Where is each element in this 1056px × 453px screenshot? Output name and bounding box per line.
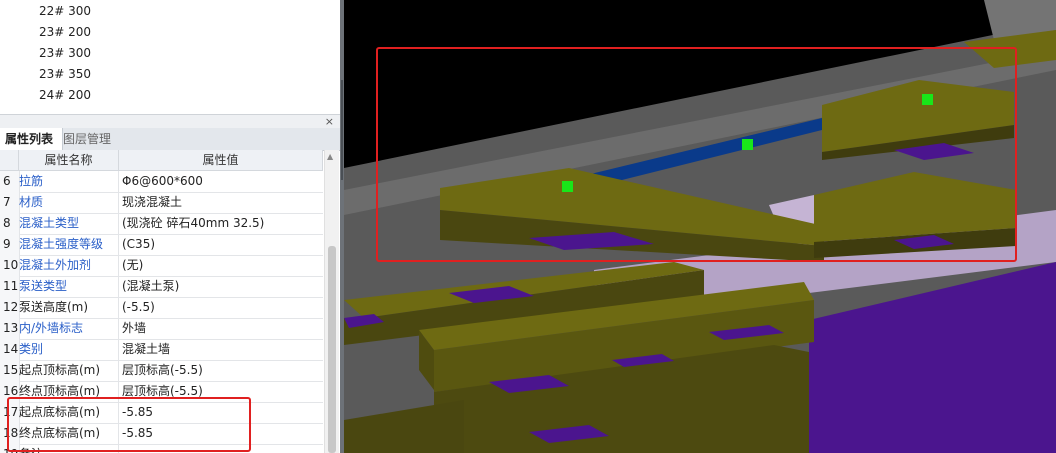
row-number: 7	[0, 192, 20, 213]
property-value-header: 属性值	[119, 150, 323, 171]
property-name: 泵送类型	[19, 276, 119, 297]
property-row[interactable]: 11 泵送类型 (混凝土泵)	[0, 276, 323, 298]
panel-tabs: 属性列表 图层管理	[0, 128, 340, 151]
tree-item[interactable]: 22# 300	[39, 1, 91, 21]
property-name: 材质	[19, 192, 119, 213]
row-number-header	[0, 150, 19, 171]
row-number: 9	[0, 234, 20, 255]
property-name: 混凝土外加剂	[19, 255, 119, 276]
property-name: 起点顶标高(m)	[19, 360, 119, 381]
property-row[interactable]: 14 类别 混凝土墙	[0, 339, 323, 361]
splitter-grip[interactable]	[341, 80, 343, 180]
property-name: 泵送高度(m)	[19, 297, 119, 318]
scrollbar-thumb[interactable]	[328, 246, 336, 453]
row-number: 6	[0, 171, 20, 192]
row-number: 8	[0, 213, 20, 234]
property-row[interactable]: 6 拉筋 Φ6@600*600	[0, 171, 323, 193]
tree-item[interactable]: 24# 200	[39, 85, 91, 105]
tree-item[interactable]: 23# 200	[39, 22, 91, 42]
property-value[interactable]: 混凝土墙	[122, 339, 322, 360]
property-value[interactable]: (混凝土泵)	[122, 276, 322, 297]
highlight-box-elevation	[7, 397, 251, 452]
component-tree: 22# 300 23# 200 23# 300 23# 350 24# 200	[0, 0, 340, 112]
row-number: 14	[0, 339, 20, 360]
property-name: 拉筋	[19, 171, 119, 192]
property-name: 类别	[19, 339, 119, 360]
property-value[interactable]: 现浇混凝土	[122, 192, 322, 213]
row-number: 10	[0, 255, 20, 276]
property-name: 内/外墙标志	[19, 318, 119, 339]
tab-property-list[interactable]: 属性列表	[0, 128, 63, 150]
scroll-up-arrow-icon[interactable]: ▲	[327, 152, 333, 161]
property-value[interactable]: (C35)	[122, 234, 322, 255]
close-icon[interactable]: ×	[325, 115, 334, 129]
property-row[interactable]: 9 混凝土强度等级 (C35)	[0, 234, 323, 256]
property-value[interactable]: (现浇砼 碎石40mm 32.5)	[122, 213, 322, 234]
row-number: 11	[0, 276, 20, 297]
row-number: 12	[0, 297, 20, 318]
property-row[interactable]: 12 泵送高度(m) (-5.5)	[0, 297, 323, 319]
grip-point[interactable]	[562, 181, 573, 192]
property-value[interactable]: (无)	[122, 255, 322, 276]
panel-title-bar: ×	[0, 114, 340, 129]
grip-point[interactable]	[922, 94, 933, 105]
grip-point[interactable]	[742, 139, 753, 150]
property-name: 混凝土类型	[19, 213, 119, 234]
property-row[interactable]: 7 材质 现浇混凝土	[0, 192, 323, 214]
property-row[interactable]: 13 内/外墙标志 外墙	[0, 318, 323, 340]
left-panel: 22# 300 23# 200 23# 300 23# 350 24# 200 …	[0, 0, 340, 453]
3d-scene[interactable]	[344, 0, 1056, 453]
property-row[interactable]: 10 混凝土外加剂 (无)	[0, 255, 323, 277]
tab-layer-management[interactable]: 图层管理	[58, 128, 132, 150]
row-number: 15	[0, 360, 20, 381]
property-value[interactable]: Φ6@600*600	[122, 171, 322, 192]
property-value[interactable]: 外墙	[122, 318, 322, 339]
property-name-header: 属性名称	[19, 150, 119, 171]
property-value[interactable]: (-5.5)	[122, 297, 322, 318]
3d-viewport[interactable]	[344, 0, 1056, 453]
property-row[interactable]: 8 混凝土类型 (现浇砼 碎石40mm 32.5)	[0, 213, 323, 235]
tree-item[interactable]: 23# 300	[39, 43, 91, 63]
tree-item[interactable]: 23# 350	[39, 64, 91, 84]
property-name: 混凝土强度等级	[19, 234, 119, 255]
property-value[interactable]: 层顶标高(-5.5)	[122, 360, 322, 381]
vertical-scrollbar[interactable]: ▲	[324, 150, 339, 453]
property-row[interactable]: 15 起点顶标高(m) 层顶标高(-5.5)	[0, 360, 323, 382]
row-number: 13	[0, 318, 20, 339]
